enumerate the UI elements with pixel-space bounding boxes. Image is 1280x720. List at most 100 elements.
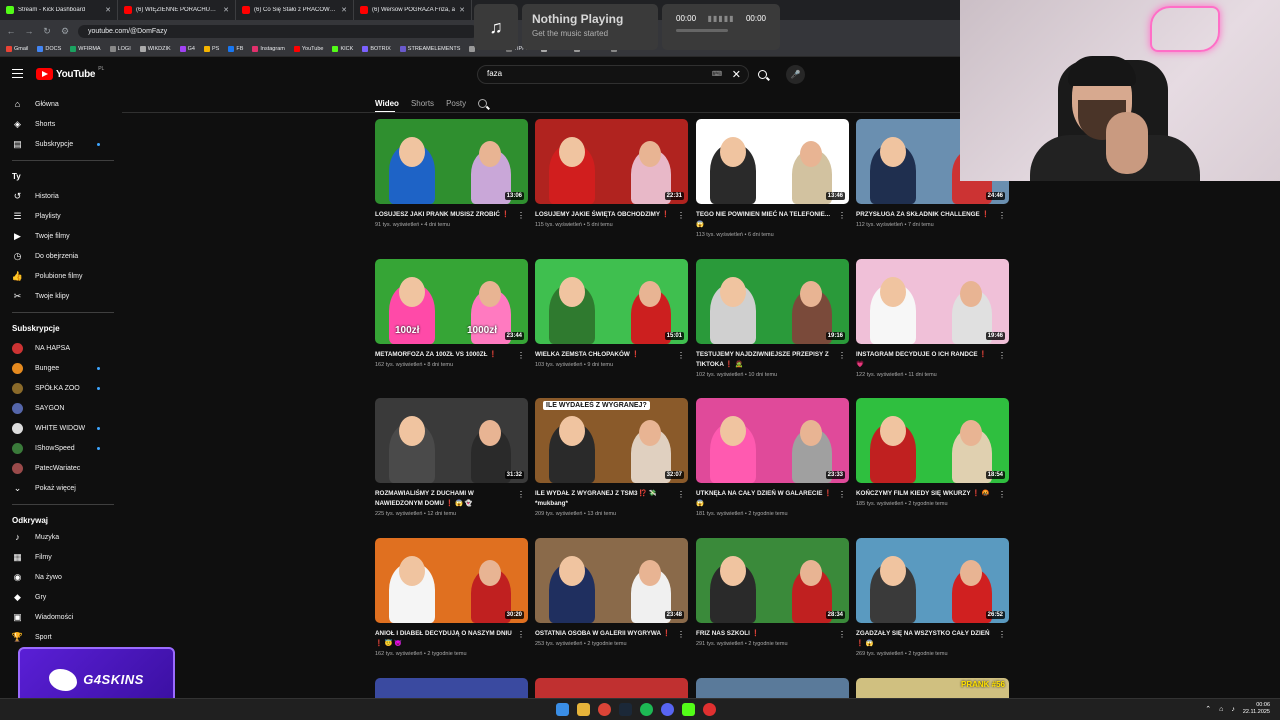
video-thumbnail[interactable]: 13:46 (696, 119, 849, 204)
sidebar-item[interactable]: PatecWariatec (0, 458, 118, 478)
video-title[interactable]: ILE WYDAŁ Z WYGRANEJ Z TSM3 ⁉️ 💸 *mukban… (535, 489, 688, 509)
video-thumbnail[interactable]: 30:20 (375, 538, 528, 623)
sidebar-item[interactable]: ◆ Gry (0, 587, 118, 607)
more-options-icon[interactable]: ⋮ (517, 351, 525, 360)
close-tab-icon[interactable]: ✕ (105, 6, 111, 14)
video-thumbnail[interactable]: ILE WYDAŁEŚ Z WYGRANEJ? 32:07 (535, 398, 688, 483)
sidebar-item[interactable]: ◷ Do obejrzenia (0, 246, 118, 266)
browser-tab[interactable]: (6) WIĘZIENNE PORACHUNKI ✕ (118, 0, 236, 20)
back-icon[interactable]: ← (6, 26, 16, 36)
video-card[interactable]: 23:33 UTKNĘŁA NA CAŁY DZIEŃ W GALARECIE ❗… (696, 398, 849, 517)
sidebar-item[interactable]: IShowSpeed (0, 438, 118, 458)
bookmark-item[interactable]: WFIRMA (70, 46, 101, 52)
sidebar-item[interactable]: 🏆 Sport (0, 627, 118, 647)
sidebar-item[interactable]: NA HAPSA (0, 338, 118, 358)
more-options-icon[interactable]: ⋮ (998, 211, 1006, 220)
discord-icon[interactable] (661, 703, 674, 716)
bookmark-item[interactable]: PS (204, 46, 219, 52)
video-card[interactable]: 23:48 OSTATNIA OSOBA W GALERII WYGRYWA ❗ 2… (535, 538, 688, 647)
video-card[interactable]: 18:54 KOŃCZYMY FILM KIEDY SIĘ WKURZY ❗ 🤬 1… (856, 398, 1009, 507)
sidebar-item[interactable]: SPÓŁKA ZOO (0, 378, 118, 398)
video-title[interactable]: UTKNĘŁA NA CAŁY DZIEŃ W GALARECIE ❗ 😱 (696, 489, 849, 509)
more-options-icon[interactable]: ⋮ (998, 630, 1006, 639)
video-thumbnail[interactable]: 15:01 (535, 259, 688, 344)
sidebar-item[interactable]: ▣ Wiadomości (0, 607, 118, 627)
video-thumbnail[interactable]: PRANK #56 (856, 678, 1009, 698)
start-icon[interactable] (556, 703, 569, 716)
show-more-button[interactable]: ⌄ Pokaż więcej (0, 478, 118, 498)
video-thumbnail[interactable] (375, 678, 528, 698)
video-card[interactable]: ILE WYDAŁEŚ Z WYGRANEJ? 32:07 ILE WYDAŁ Z … (535, 398, 688, 517)
video-card[interactable]: 30:20 ANIOŁ I DIABEŁ DECYDUJĄ O NASZYM DN… (375, 538, 528, 657)
sidebar-item[interactable]: ⌂ Główna (0, 94, 118, 114)
browser-tab[interactable]: Stream - Kick Dashboard ✕ (0, 0, 118, 20)
browser-tab[interactable]: (6) Co Się Stało z PRACOWNIK ✕ (236, 0, 354, 20)
more-options-icon[interactable]: ⋮ (838, 630, 846, 639)
sidebar-item[interactable]: ◈ Shorts (0, 114, 118, 134)
video-card[interactable]: 15:01 WIELKA ZEMSTA CHŁOPAKÓW ❗ 103 tys. w… (535, 259, 688, 368)
video-title[interactable]: ANIOŁ I DIABEŁ DECYDUJĄ O NASZYM DNIU ❗ … (375, 629, 528, 649)
bookmark-item[interactable]: LOGI (109, 46, 131, 52)
bookmark-item[interactable]: Gmail (6, 46, 28, 52)
sidebar-item[interactable]: SAYGON (0, 398, 118, 418)
more-options-icon[interactable]: ⋮ (517, 490, 525, 499)
more-options-icon[interactable]: ⋮ (838, 490, 846, 499)
chevron-up-icon[interactable]: ⌃ (1205, 705, 1211, 713)
clock[interactable]: 00:06 22.11.2025 (1243, 702, 1270, 716)
bookmark-item[interactable]: YouTube (293, 46, 323, 52)
channel-search-icon[interactable] (478, 98, 488, 108)
sidebar-item[interactable]: ◉ Na żywo (0, 567, 118, 587)
network-icon[interactable]: ⌂ (1219, 706, 1223, 713)
browser-tab[interactable]: (6) Wersow POGRAŻA Friza, a ✕ (354, 0, 472, 20)
sidebar-item[interactable]: ▶ Twoje filmy (0, 226, 118, 246)
music-note-icon[interactable]: ♫ (474, 4, 518, 50)
video-title[interactable]: LOSUJEMY JAKIE ŚWIĘTA OBCHODZIMY ❗ (535, 210, 688, 220)
more-options-icon[interactable]: ⋮ (677, 351, 685, 360)
video-title[interactable]: TESTUJEMY NAJDZIWNIEJSZE PRZEPISY Z TIKT… (696, 350, 849, 370)
sidebar-item[interactable]: 👍 Polubione filmy (0, 266, 118, 286)
video-title[interactable]: OSTATNIA OSOBA W GALERII WYGRYWA ❗ (535, 629, 688, 639)
menu-icon[interactable] (12, 69, 23, 78)
sidebar-item[interactable]: ▦ Filmy (0, 547, 118, 567)
voice-search-icon[interactable]: 🎤 (786, 65, 805, 84)
close-tab-icon[interactable]: ✕ (459, 6, 465, 14)
video-thumbnail[interactable]: 18:54 (856, 398, 1009, 483)
video-title[interactable]: PRZYSŁUGA ZA SKŁADNIK CHALLENGE ❗ (856, 210, 1009, 220)
forward-icon[interactable]: → (24, 26, 34, 36)
more-options-icon[interactable]: ⋮ (998, 490, 1006, 499)
video-thumbnail[interactable] (535, 678, 688, 698)
video-title[interactable]: ZGADZAŁY SIĘ NA WSZYSTKO CAŁY DZIEŃ ❗ 😱 (856, 629, 1009, 649)
sidebar-item[interactable]: ♪ Muzyka (0, 527, 118, 547)
video-card[interactable]: 19:46 INSTAGRAM DECYDUJE O ICH RANDCE ❗ 💗… (856, 259, 1009, 378)
chrome-icon[interactable] (598, 703, 611, 716)
video-thumbnail[interactable]: 26:52 (856, 538, 1009, 623)
video-thumbnail[interactable]: 19:16 (696, 259, 849, 344)
bookmark-item[interactable]: Instagram (252, 46, 285, 52)
close-tab-icon[interactable]: ✕ (223, 6, 229, 14)
music-progress-bar[interactable] (676, 29, 728, 32)
sidebar-heading-subscriptions[interactable]: Subskrypcje (12, 324, 60, 333)
volume-icon[interactable]: ♪ (1231, 706, 1235, 713)
video-card[interactable]: 100zł 1000zł 23:44 METAMORFOZA ZA 100ZŁ VS … (375, 259, 528, 368)
spotify-icon[interactable] (640, 703, 653, 716)
search-box[interactable]: faza ⌨ ✕ (477, 65, 749, 84)
tab-posty[interactable]: Posty (446, 99, 466, 108)
video-card[interactable]: 22:31 LOSUJEMY JAKIE ŚWIĘTA OBCHODZIMY ❗ 1… (535, 119, 688, 228)
kick-icon[interactable] (682, 703, 695, 716)
video-thumbnail[interactable]: 23:48 (535, 538, 688, 623)
url-input[interactable]: youtube.com/@DomFazy (78, 24, 478, 38)
bookmark-item[interactable]: DOCS (37, 46, 61, 52)
video-thumbnail[interactable]: 31:32 (375, 398, 528, 483)
more-options-icon[interactable]: ⋮ (677, 630, 685, 639)
video-title[interactable]: KOŃCZYMY FILM KIEDY SIĘ WKURZY ❗ 🤬 (856, 489, 1009, 499)
video-card[interactable]: 19:16 TESTUJEMY NAJDZIWNIEJSZE PRZEPISY Z… (696, 259, 849, 378)
sidebar-heading-you[interactable]: Ty (12, 172, 21, 181)
video-title[interactable]: ROZMAWIALIŚMY Z DUCHAMI W NAWIEDZONYM DO… (375, 489, 528, 509)
sidebar-item[interactable]: ✂ Twoje klipy (0, 286, 118, 306)
more-options-icon[interactable]: ⋮ (517, 630, 525, 639)
youtube-logo[interactable]: YouTube PL (36, 66, 104, 80)
more-options-icon[interactable]: ⋮ (677, 490, 685, 499)
bookmark-item[interactable]: G4 (179, 46, 195, 52)
sidebar-item[interactable]: ▤ Subskrypcje (0, 134, 118, 154)
video-title[interactable]: INSTAGRAM DECYDUJE O ICH RANDCE ❗ 💗 (856, 350, 1009, 370)
